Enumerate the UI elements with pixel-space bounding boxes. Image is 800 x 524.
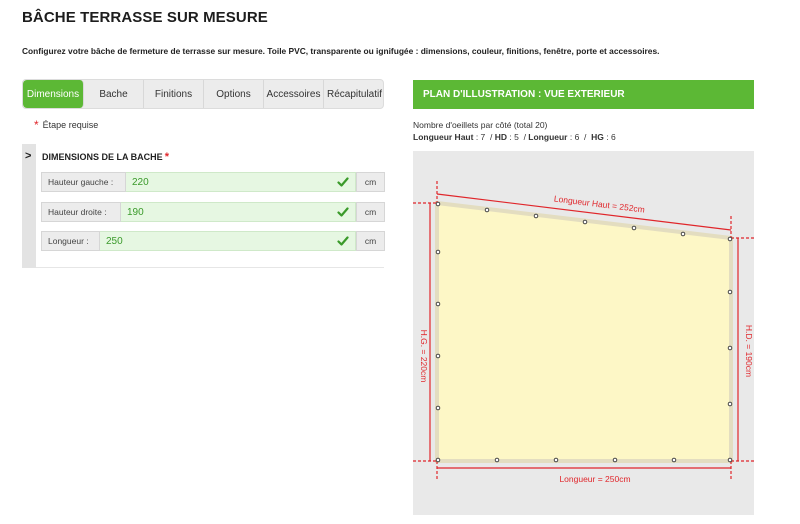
eyelet <box>435 249 441 255</box>
eyelet <box>727 345 733 351</box>
dim-hg-value: 6 <box>610 132 616 142</box>
configurator-tabs: Dimensions Bache Finitions Options Acces… <box>22 79 384 109</box>
label-hd: H.D. = 190cm <box>744 325 754 377</box>
hauteur-gauche-value: 220 <box>132 176 149 188</box>
plan-illustration: Longueur Haut = 252cm Longueur = 250cm H… <box>413 151 754 515</box>
valid-check-icon <box>337 207 349 217</box>
longueur-label: Longueur : <box>41 231 100 251</box>
eyelet <box>435 201 441 207</box>
page-title: BÂCHE TERRASSE SUR MESURE <box>22 9 268 26</box>
tab-finitions[interactable]: Finitions <box>144 80 204 108</box>
dim-longueur-label: Longueur <box>528 132 568 142</box>
eyelet <box>582 219 588 225</box>
eyelet <box>727 289 733 295</box>
required-note-text: Étape requise <box>42 120 99 130</box>
eyelet <box>671 457 677 463</box>
eyelet <box>553 457 559 463</box>
hauteur-droite-input[interactable]: 190 <box>121 202 356 222</box>
section-sidebar <box>22 144 36 268</box>
tab-recapitulatif[interactable]: Récapitulatif <box>324 80 383 108</box>
section-toggle-arrow[interactable]: > <box>25 150 31 162</box>
section-required-star: * <box>164 151 169 163</box>
eyelet <box>435 457 441 463</box>
tab-options[interactable]: Options <box>204 80 264 108</box>
hauteur-droite-value: 190 <box>127 206 144 218</box>
field-row-hauteur-droite: Hauteur droite : 190 cm <box>41 202 385 222</box>
tab-accessoires[interactable]: Accessoires <box>264 80 324 108</box>
valid-check-icon <box>337 177 349 187</box>
dim-longueur-value: 6 <box>574 132 580 142</box>
hauteur-gauche-input[interactable]: 220 <box>126 172 356 192</box>
hauteur-gauche-unit: cm <box>356 172 385 192</box>
required-step-note: * Étape requise <box>34 117 99 132</box>
section-title: DIMENSIONS DE LA BACHE * <box>42 151 169 163</box>
dim-longueur-haut-value: 7 <box>480 132 486 142</box>
eyelet-count-text: Nombre d'oeillets par côté (total 20) <box>413 120 548 130</box>
field-row-longueur: Longueur : 250 cm <box>41 231 385 251</box>
longueur-value: 250 <box>106 235 123 247</box>
valid-check-icon <box>337 236 349 246</box>
eyelet <box>435 353 441 359</box>
field-row-hauteur-gauche: Hauteur gauche : 220 cm <box>41 172 385 192</box>
hauteur-droite-unit: cm <box>356 202 385 222</box>
eyelet <box>727 236 733 242</box>
eyelet <box>494 457 500 463</box>
label-hg: H.G. = 220cm <box>419 330 429 383</box>
eyelet <box>727 401 733 407</box>
eyelet <box>484 207 490 213</box>
eyelet-dims-line: Longueur Haut : 7 / HD : 5 / Longueur : … <box>413 132 616 142</box>
hauteur-droite-label: Hauteur droite : <box>41 202 121 222</box>
dim-hg-label: HG <box>591 132 604 142</box>
tab-bache[interactable]: Bache <box>84 80 144 108</box>
plan-header: PLAN D'ILLUSTRATION : VUE EXTERIEUR <box>413 80 754 109</box>
tarp-shape <box>435 200 733 463</box>
tab-dimensions[interactable]: Dimensions <box>23 80 84 108</box>
eyelet <box>631 225 637 231</box>
eyelet <box>680 231 686 237</box>
label-longueur-haut: Longueur Haut = 252cm <box>553 193 645 214</box>
dim-longueur-haut-label: Longueur Haut <box>413 132 474 142</box>
label-longueur: Longueur = 250cm <box>559 474 630 484</box>
dimensions-section: > DIMENSIONS DE LA BACHE * Hauteur gauche… <box>22 144 385 268</box>
dim-hd-label: HD <box>494 132 508 142</box>
tarp-diagram: Longueur Haut = 252cm Longueur = 250cm H… <box>413 181 754 484</box>
eyelet <box>435 301 441 307</box>
eyelet <box>533 213 539 219</box>
eyelet <box>612 457 618 463</box>
longueur-input[interactable]: 250 <box>100 231 356 251</box>
section-title-text: DIMENSIONS DE LA BACHE <box>42 152 163 162</box>
eyelet <box>435 405 441 411</box>
required-star: * <box>34 118 39 132</box>
longueur-unit: cm <box>356 231 385 251</box>
dim-hd-value: 5 <box>514 132 519 142</box>
page-description: Configurez votre bâche de fermeture de t… <box>22 46 660 56</box>
eyelet <box>727 457 733 463</box>
hauteur-gauche-label: Hauteur gauche : <box>41 172 126 192</box>
